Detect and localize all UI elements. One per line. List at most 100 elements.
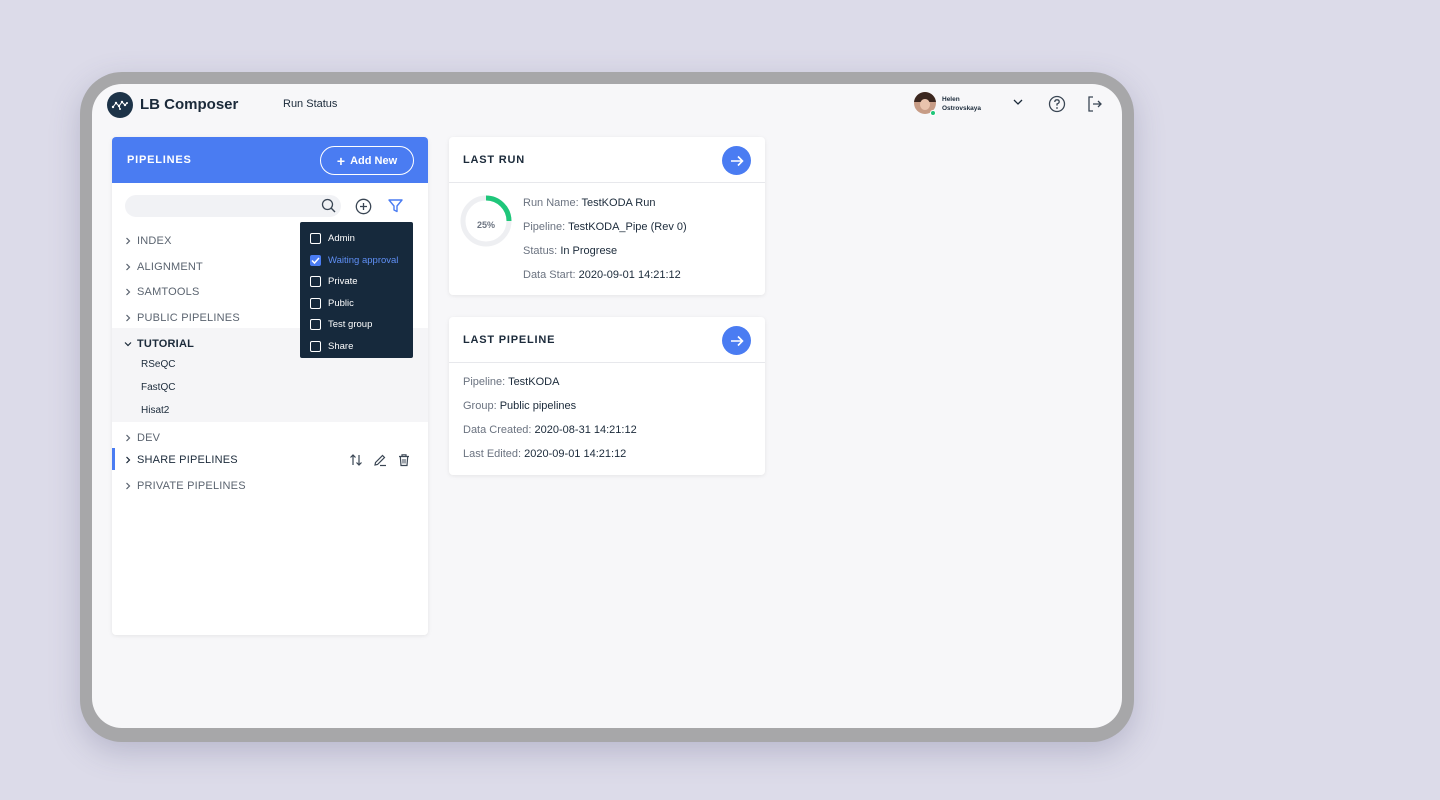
- checkbox-checked[interactable]: [310, 254, 321, 266]
- checkbox[interactable]: [310, 319, 321, 331]
- filter-option-private[interactable]: Private: [300, 271, 413, 293]
- add-new-label: Add New: [350, 154, 398, 167]
- pipeline-name-row: Pipeline: TestKODA: [463, 376, 559, 388]
- pipeline-row: Pipeline: TestKODA_Pipe (Rev 0): [523, 221, 687, 233]
- filter-option-label: Test group: [328, 319, 373, 331]
- tree-item-label: DEV: [137, 432, 161, 444]
- filter-icon[interactable]: [388, 199, 403, 213]
- add-new-button[interactable]: + Add New: [320, 146, 414, 175]
- info-value: 2020-09-01 14:21:12: [578, 269, 681, 281]
- info-key: Last Edited:: [463, 448, 522, 460]
- device-frame: LB Composer Run Status Helen Ostrovskaya…: [80, 72, 1134, 742]
- last-run-title: LAST RUN: [463, 154, 526, 166]
- chevron-right-icon: [125, 482, 130, 490]
- last-pipeline-header: LAST PIPELINE: [449, 317, 765, 363]
- filter-option-test-group[interactable]: Test group: [300, 314, 413, 336]
- tree-subitem-hisat2[interactable]: Hisat2: [141, 405, 169, 416]
- filter-option-label: Private: [328, 276, 358, 288]
- last-edited-row: Last Edited: 2020-09-01 14:21:12: [463, 448, 626, 460]
- tree-subitem-rseqc[interactable]: RSeQC: [141, 359, 175, 370]
- info-key: Run Name:: [523, 197, 579, 209]
- pipelines-panel-header: PIPELINES + Add New: [112, 137, 428, 183]
- delete-icon[interactable]: [397, 453, 411, 467]
- checkbox[interactable]: [310, 340, 321, 352]
- checkbox[interactable]: [310, 297, 321, 309]
- checkbox[interactable]: [310, 276, 321, 288]
- tree-item-private-pipelines[interactable]: PRIVATE PIPELINES: [112, 474, 428, 498]
- app-name: LB Composer: [140, 96, 239, 113]
- last-pipeline-open-button[interactable]: [722, 326, 751, 355]
- filter-option-public[interactable]: Public: [300, 293, 413, 315]
- arrow-right-icon: [730, 335, 744, 346]
- last-pipeline-card: LAST PIPELINE Pipeline: TestKODA Group: …: [449, 317, 765, 475]
- progress-label: 25%: [476, 220, 495, 230]
- group-row: Group: Public pipelines: [463, 400, 576, 412]
- tree-item-label: SAMTOOLS: [137, 286, 200, 298]
- pipelines-panel: PIPELINES + Add New INDEX ALIGNMENT SAMT…: [112, 137, 428, 635]
- tree-item-label: ALIGNMENT: [137, 261, 203, 273]
- info-key: Group:: [463, 400, 497, 412]
- row-actions: [349, 453, 411, 467]
- edit-icon[interactable]: [373, 453, 387, 467]
- last-run-open-button[interactable]: [722, 146, 751, 175]
- info-key: Pipeline:: [523, 221, 566, 233]
- info-value: TestKODA_Pipe (Rev 0): [568, 221, 687, 233]
- filter-option-label: Admin: [328, 233, 355, 245]
- info-value: In Progrese: [560, 245, 618, 257]
- chevron-right-icon: [125, 288, 130, 296]
- user-first-name: Helen: [942, 96, 960, 103]
- tree-item-label: INDEX: [137, 235, 172, 247]
- last-run-header: LAST RUN: [449, 137, 765, 183]
- filter-dropdown: Admin Waiting approval Private Public Te…: [300, 222, 413, 358]
- info-key: Data Start:: [523, 269, 576, 281]
- logout-icon[interactable]: [1086, 95, 1104, 113]
- info-value: TestKODA: [508, 376, 560, 388]
- filter-option-label: Waiting approval: [328, 254, 399, 266]
- info-key: Pipeline:: [463, 376, 506, 388]
- user-last-name: Ostrovskaya: [942, 105, 982, 112]
- run-name-row: Run Name: TestKODA Run: [523, 197, 655, 209]
- chevron-right-icon: [125, 434, 130, 442]
- pipelines-title: PIPELINES: [127, 154, 192, 166]
- sort-icon[interactable]: [349, 453, 363, 467]
- tree-subitem-fastqc[interactable]: FastQC: [141, 382, 175, 393]
- filter-option-waiting-approval[interactable]: Waiting approval: [300, 250, 413, 272]
- chevron-right-icon: [125, 456, 130, 464]
- app-logo[interactable]: [107, 92, 133, 118]
- chevron-down-icon: [124, 342, 131, 347]
- search-icon[interactable]: [321, 198, 337, 214]
- filter-option-admin[interactable]: Admin: [300, 228, 413, 250]
- add-circle-icon[interactable]: [355, 198, 372, 215]
- tree-item-label: PUBLIC PIPELINES: [137, 312, 240, 324]
- chevron-right-icon: [125, 263, 130, 271]
- check-icon: [311, 257, 320, 264]
- tree-item-label: SHARE PIPELINES: [137, 454, 238, 466]
- online-status-dot: [930, 110, 936, 116]
- last-run-body: 25% Run Name: TestKODA Run Pipeline: Tes…: [449, 183, 765, 295]
- app-screen: LB Composer Run Status Helen Ostrovskaya…: [92, 84, 1122, 728]
- info-value: 2020-08-31 14:21:12: [534, 424, 637, 436]
- checkbox[interactable]: [310, 233, 321, 245]
- user-name[interactable]: Helen Ostrovskaya: [942, 95, 981, 113]
- info-value: 2020-09-01 14:21:12: [524, 448, 627, 460]
- help-icon[interactable]: [1048, 95, 1066, 113]
- arrow-right-icon: [730, 155, 744, 166]
- chevron-down-icon[interactable]: [1013, 98, 1023, 106]
- data-created-row: Data Created: 2020-08-31 14:21:12: [463, 424, 637, 436]
- tree-item-label: PRIVATE PIPELINES: [137, 480, 246, 492]
- data-start-row: Data Start: 2020-09-01 14:21:12: [523, 269, 681, 281]
- info-value: Public pipelines: [499, 400, 577, 412]
- status-row: Status: In Progrese: [523, 245, 617, 257]
- last-pipeline-title: LAST PIPELINE: [463, 334, 556, 346]
- nav-run-status[interactable]: Run Status: [283, 98, 337, 110]
- molecule-icon: [111, 100, 128, 110]
- info-value: TestKODA Run: [581, 197, 656, 209]
- filter-option-label: Share: [328, 340, 354, 352]
- search-input[interactable]: [125, 195, 341, 217]
- filter-option-label: Public: [328, 297, 354, 309]
- filter-option-share[interactable]: Share: [300, 336, 413, 358]
- plus-icon: +: [336, 152, 346, 169]
- tree-item-dev[interactable]: DEV: [112, 426, 428, 450]
- chevron-right-icon: [125, 314, 130, 322]
- info-key: Data Created:: [463, 424, 532, 436]
